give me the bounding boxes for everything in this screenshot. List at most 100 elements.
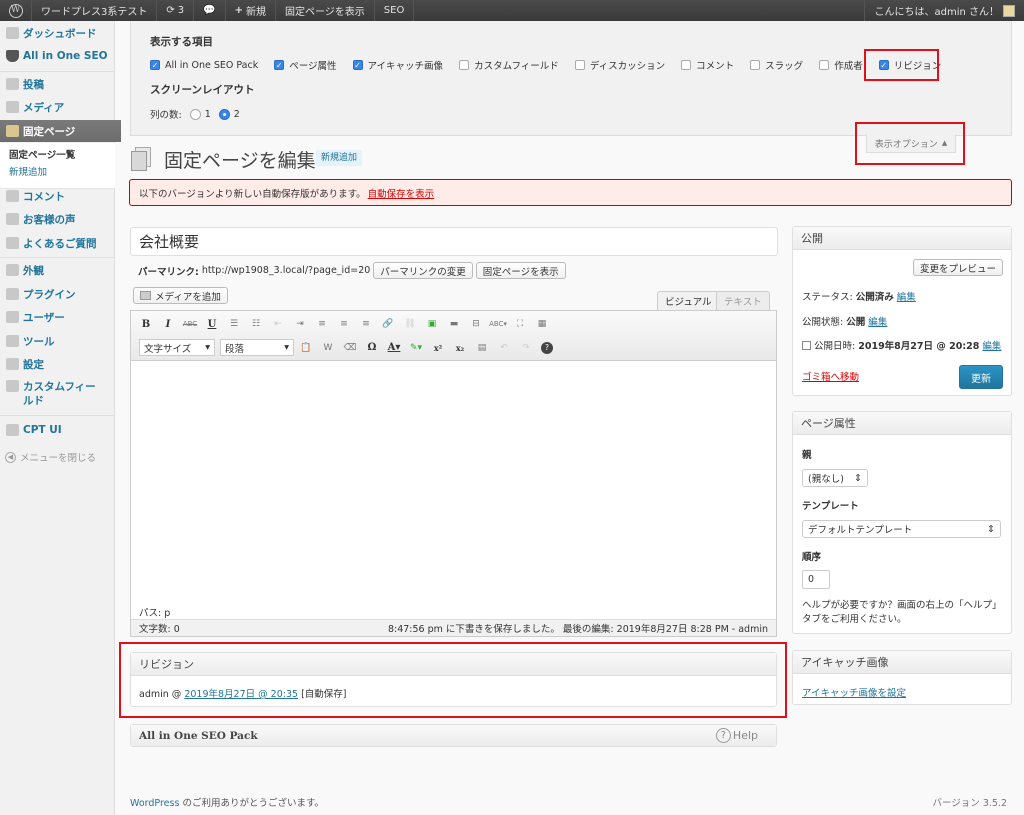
add-new-button[interactable]: 新規追加 — [316, 150, 363, 166]
publish-date-row: 公開日時: 2019年8月27日 @ 20:28 編集 — [802, 338, 1001, 352]
checkbox-featured-image[interactable]: ✓ アイキャッチ画像 — [352, 58, 443, 72]
paragraph-select[interactable]: 段落 ▾ — [220, 339, 294, 356]
permalink-url[interactable]: http://wp1908_3.local/?page_id=20 — [202, 265, 370, 276]
template-select[interactable]: デフォルトテンプレート ⇕ — [802, 520, 1001, 538]
aioseo-title[interactable]: All in One SEO Pack — [131, 725, 776, 746]
checkbox-custom-fields[interactable]: カスタムフィールド — [459, 58, 559, 72]
indent-icon[interactable]: ⇥ — [293, 317, 307, 331]
fullscreen-icon[interactable]: ⛶ — [513, 317, 527, 331]
view-page-button[interactable]: 固定ページを表示 — [475, 262, 566, 279]
new-content-link[interactable]: + 新規 — [226, 0, 276, 21]
menu-comments[interactable]: コメント — [0, 185, 115, 207]
insert-image-icon[interactable]: ▣ — [425, 317, 439, 331]
menu-cpt-ui[interactable]: CPT UI — [0, 419, 115, 441]
tab-visual[interactable]: ビジュアル — [657, 291, 720, 310]
menu-appearance[interactable]: 外観 — [0, 259, 115, 281]
undo-icon[interactable]: ↶ — [497, 341, 511, 355]
wordpress-link[interactable]: WordPress — [130, 798, 179, 809]
collapse-menu-button[interactable]: ◀ メニューを閉じる — [5, 450, 96, 464]
checkbox-slug[interactable]: スラッグ — [750, 58, 803, 72]
change-permalink-button[interactable]: パーマリンクの変更 — [373, 262, 473, 279]
parent-select[interactable]: (親なし) ⇕ — [802, 469, 868, 487]
text-color-icon[interactable]: A▾ — [387, 341, 401, 355]
add-media-button[interactable]: メディアを追加 — [133, 287, 228, 304]
kitchen-sink-icon[interactable]: ▦ — [535, 317, 549, 331]
seo-menu[interactable]: SEO — [375, 0, 415, 21]
menu-media[interactable]: メディア — [0, 96, 115, 118]
align-left-icon[interactable]: ≡ — [315, 317, 329, 331]
editor-content-area[interactable] — [131, 361, 776, 605]
checkbox-label: カスタムフィールド — [474, 61, 559, 72]
menu-plugins[interactable]: プラグイン — [0, 283, 115, 305]
paste-text-icon[interactable]: 📋 — [299, 341, 313, 355]
menu-dashboard[interactable]: ダッシュボード — [0, 22, 115, 44]
spellcheck-icon[interactable]: ABC▾ — [489, 317, 507, 331]
outdent-icon[interactable]: ⇤ — [271, 317, 285, 331]
page-attributes-title[interactable]: ページ属性 — [793, 412, 1011, 435]
wordpress-logo-icon[interactable]: W — [0, 0, 32, 21]
status-value: 公開済み — [855, 292, 894, 303]
special-char-icon[interactable]: Ω — [365, 341, 379, 355]
superscript-icon[interactable]: x² — [431, 341, 445, 355]
menu-faq[interactable]: よくあるご質問 — [0, 232, 115, 254]
checkbox-unchecked-icon — [459, 60, 470, 70]
edit-date-link[interactable]: 編集 — [982, 341, 1001, 352]
update-button[interactable]: 更新 — [959, 365, 1003, 389]
redo-icon[interactable]: ↷ — [519, 341, 533, 355]
comments-icon[interactable]: 💬 — [194, 0, 226, 21]
checkbox-page-attributes[interactable]: ✓ ページ属性 — [274, 58, 337, 72]
menu-pages[interactable]: 固定ページ — [0, 120, 121, 142]
edit-status-link[interactable]: 編集 — [897, 292, 916, 303]
menu-testimonials[interactable]: お客様の声 — [0, 208, 115, 230]
submenu-all-pages[interactable]: 固定ページ一覧 — [9, 147, 115, 164]
horizontal-rule-icon[interactable]: ▬ — [447, 317, 461, 331]
bold-icon[interactable]: B — [139, 317, 153, 331]
updates-link[interactable]: ⟳ 3 — [157, 0, 195, 21]
italic-icon[interactable]: I — [161, 317, 175, 331]
strikethrough-icon[interactable]: ABC — [183, 317, 197, 331]
publish-title[interactable]: 公開 — [793, 227, 1011, 250]
menu-posts[interactable]: 投稿 — [0, 73, 115, 95]
view-autosave-link[interactable]: 自動保存を表示 — [368, 186, 435, 200]
menu-tools[interactable]: ツール — [0, 330, 115, 352]
more-tag-icon[interactable]: ⊟ — [469, 317, 483, 331]
order-input[interactable]: 0 — [802, 570, 830, 589]
site-name-link[interactable]: ワードプレス3系テスト — [32, 0, 158, 21]
highlight-color-icon[interactable]: ✎▾ — [409, 341, 423, 355]
menu-all-in-one-seo[interactable]: All in One SEO — [0, 45, 115, 67]
tab-text[interactable]: テキスト — [716, 291, 770, 310]
page-title: 固定ページを編集 — [164, 150, 316, 172]
menu-custom-fields[interactable]: カスタムフィールド — [0, 378, 115, 410]
bullet-list-icon[interactable]: ☰ — [227, 317, 241, 331]
submenu-add-new[interactable]: 新規追加 — [9, 164, 115, 181]
align-right-icon[interactable]: ≡ — [359, 317, 373, 331]
checkbox-author[interactable]: 作成者 — [819, 58, 863, 72]
eraser-icon[interactable]: ⌫ — [343, 341, 357, 355]
edit-visibility-link[interactable]: 編集 — [868, 317, 887, 328]
checkbox-discussion[interactable]: ディスカッション — [574, 58, 665, 72]
unlink-icon[interactable]: ⛓ — [403, 317, 417, 331]
set-featured-image-link[interactable]: アイキャッチ画像を設定 — [802, 685, 906, 699]
preview-changes-button[interactable]: 変更をプレビュー — [912, 259, 1003, 276]
my-account-link[interactable]: こんにちは、admin さん！ — [864, 0, 1024, 21]
paste-word-icon[interactable]: W — [321, 341, 335, 355]
align-center-icon[interactable]: ≡ — [337, 317, 351, 331]
menu-users[interactable]: ユーザー — [0, 306, 115, 328]
subscript-icon[interactable]: x₂ — [453, 341, 467, 355]
move-to-trash-link[interactable]: ゴミ箱へ移動 — [802, 369, 859, 383]
post-title-input[interactable]: 会社概要 — [130, 227, 778, 256]
aioseo-help-button[interactable]: ? Help — [715, 728, 758, 743]
checkbox-aioseo[interactable]: ✓ All in One SEO Pack — [150, 60, 258, 71]
menu-settings[interactable]: 設定 — [0, 353, 115, 375]
featured-image-title[interactable]: アイキャッチ画像 — [793, 651, 1011, 674]
numbered-list-icon[interactable]: ☷ — [249, 317, 263, 331]
radio-1-column[interactable] — [189, 108, 201, 120]
checkbox-comments[interactable]: コメント — [681, 58, 734, 72]
link-icon[interactable]: 🔗 — [381, 317, 395, 331]
radio-2-column[interactable] — [218, 108, 230, 120]
insert-media-icon[interactable]: ▤ — [475, 341, 489, 355]
view-page-link[interactable]: 固定ページを表示 — [276, 0, 375, 21]
underline-icon[interactable]: U — [205, 317, 219, 331]
font-size-select[interactable]: 文字サイズ ▾ — [139, 339, 215, 356]
help-icon[interactable]: ? — [541, 341, 553, 354]
